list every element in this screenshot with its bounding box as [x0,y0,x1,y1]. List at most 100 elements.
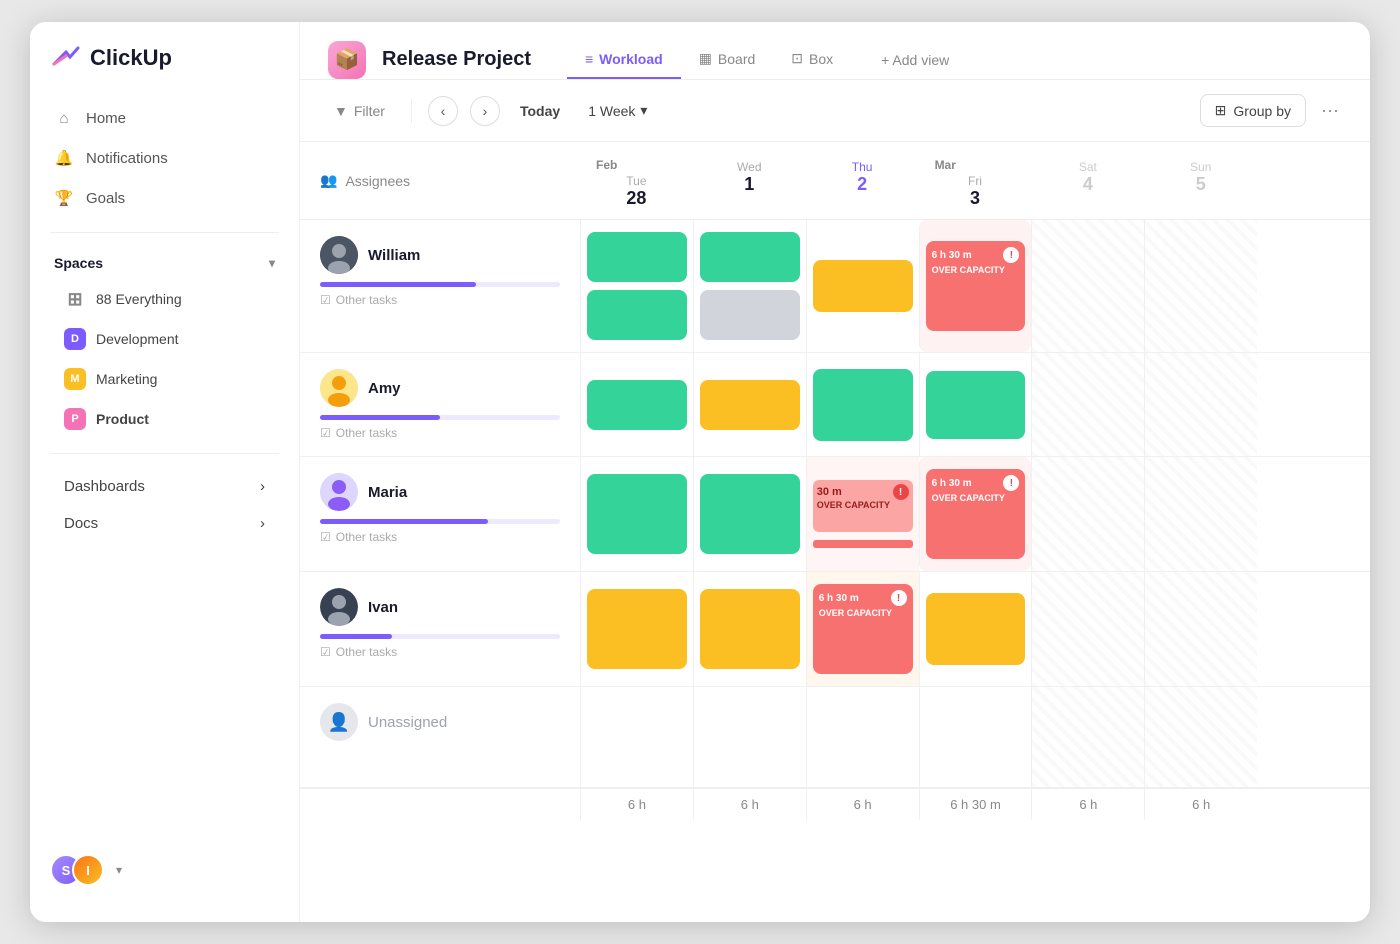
week-selector[interactable]: 1 Week ▾ [580,97,655,124]
unassigned-cell-fri [919,687,1032,787]
amy-task-thu[interactable] [813,369,913,441]
ivan-avatar [320,588,358,626]
william-cell-sun [1144,220,1257,352]
sidebar-item-everything-label: 88 Everything [96,291,182,307]
more-options-button[interactable]: ··· [1314,95,1346,127]
add-view-button[interactable]: + Add view [867,42,963,78]
ivan-task-thu[interactable]: 6 h 30 m ! OVER CAPACITY [813,584,913,674]
ivan-cell-sat [1031,572,1144,686]
checkbox-icon-maria: ☑ [320,530,331,544]
william-cell-sat [1031,220,1144,352]
william-cell-wed [693,220,806,352]
checkbox-icon: ☑ [320,293,331,307]
amy-other-tasks[interactable]: ☑ Other tasks [320,426,560,440]
william-cell-fri: 6 h 30 m ! OVER CAPACITY [919,220,1032,352]
sidebar: ClickUp ⌂ Home 🔔 Notifications 🏆 Goals S… [30,22,300,922]
maria-task-wed[interactable] [700,474,800,554]
amy-other-tasks-label: Other tasks [336,426,397,440]
amy-task-tue[interactable] [587,380,687,430]
william-task-tue-1[interactable] [587,232,687,282]
maria-name: Maria [368,484,407,501]
tab-box[interactable]: ⊡ Box [773,40,851,79]
bell-icon: 🔔 [54,148,74,168]
sidebar-item-development[interactable]: D Development [40,319,289,359]
sidebar-item-notifications[interactable]: 🔔 Notifications [40,138,289,178]
col-day-wed: Wed [701,160,798,174]
person-info-amy: Amy ☑ Other tasks [300,353,580,456]
amy-cell-sat [1031,353,1144,456]
sidebar-item-goals[interactable]: 🏆 Goals [40,178,289,218]
assignees-column-header: 👥 Assignees [300,142,580,219]
william-task-thu[interactable] [813,260,913,312]
unassigned-cell-sun [1144,687,1257,787]
ivan-task-fri[interactable] [926,593,1026,665]
today-button[interactable]: Today [512,98,568,124]
bottom-hours-bar: 6 h 6 h 6 h 6 h 30 m 6 h 6 h [300,788,1370,820]
sidebar-item-docs[interactable]: Docs › [40,505,289,542]
col-day-thu: Thu [814,160,911,174]
maria-other-tasks[interactable]: ☑ Other tasks [320,530,560,544]
william-other-tasks[interactable]: ☑ Other tasks [320,293,560,307]
col-day-sat: Sat [1039,160,1136,174]
william-task-tue-2[interactable] [587,290,687,340]
footer-chevron-icon: ▾ [116,863,122,877]
maria-other-tasks-label: Other tasks [336,530,397,544]
col-day-fri: Fri [927,174,1024,188]
unassigned-cell-sat [1031,687,1144,787]
ivan-cell-thu: 6 h 30 m ! OVER CAPACITY [806,572,919,686]
amy-task-wed[interactable] [700,380,800,430]
william-progress-bg [320,282,560,287]
maria-avatar [320,473,358,511]
group-by-button[interactable]: ⊞ Group by [1200,94,1306,127]
william-task-fri[interactable]: 6 h 30 m ! OVER CAPACITY [926,241,1026,331]
filter-button[interactable]: ▼ Filter [324,97,395,125]
sidebar-item-home[interactable]: ⌂ Home [40,98,289,138]
col-date-28: 28 [588,188,685,209]
maria-task-fri[interactable]: 6 h 30 m ! OVER CAPACITY [926,469,1026,559]
ivan-cell-sun [1144,572,1257,686]
unassigned-cell-thu [806,687,919,787]
ivan-cell-wed [693,572,806,686]
ivan-other-tasks[interactable]: ☑ Other tasks [320,645,560,659]
sidebar-item-development-label: Development [96,331,179,347]
prev-button[interactable]: ‹ [428,96,458,126]
sidebar-item-product[interactable]: P Product [40,399,289,439]
col-header-thu: Thu 2 [806,142,919,219]
workload-grid: 👥 Assignees Feb Tue 28 Wed 1 [300,142,1370,922]
william-task-wed-2[interactable] [700,290,800,340]
spaces-section-header[interactable]: Spaces ▾ [30,247,299,279]
app-name: ClickUp [90,45,172,71]
col-month-empty-3 [1039,152,1136,160]
toolbar-right: ⊞ Group by ··· [1200,94,1346,127]
user-avatars[interactable]: S I [50,854,104,886]
sidebar-item-goals-label: Goals [86,190,125,207]
sidebar-divider [50,232,279,233]
maria-task-thu[interactable]: 30 m ! OVER CAPACITY [813,480,913,532]
avatar-i: I [72,854,104,886]
maria-task-tue[interactable] [587,474,687,554]
tab-workload[interactable]: ≡ Workload [567,40,681,79]
william-cap-time: 6 h 30 m [932,250,972,261]
next-button[interactable]: › [470,96,500,126]
logo: ClickUp [30,42,299,98]
maria-cell-fri: 6 h 30 m ! OVER CAPACITY [919,457,1032,571]
board-icon: ▦ [699,50,712,67]
ivan-task-tue[interactable] [587,589,687,669]
col-date-5: 5 [1152,174,1249,195]
person-info-maria: Maria ☑ Other tasks [300,457,580,571]
tab-board[interactable]: ▦ Board [681,40,774,79]
sidebar-item-marketing[interactable]: M Marketing [40,359,289,399]
ivan-other-tasks-label: Other tasks [336,645,397,659]
col-header-fri: Mar Fri 3 [919,142,1032,219]
maria-cap-label: OVER CAPACITY [817,500,909,510]
ivan-task-wed[interactable] [700,589,800,669]
ivan-progress-fill [320,634,392,639]
sidebar-item-dashboards[interactable]: Dashboards › [40,468,289,505]
person-row-unassigned: 👤 Unassigned [300,687,1370,788]
unassigned-cell-wed [693,687,806,787]
sidebar-item-everything[interactable]: ⊞ 88 Everything [40,279,289,319]
product-badge: P [64,408,86,430]
william-task-wed-1[interactable] [700,232,800,282]
amy-task-fri[interactable] [926,371,1026,439]
bottom-hours-sun: 6 h [1144,789,1257,820]
